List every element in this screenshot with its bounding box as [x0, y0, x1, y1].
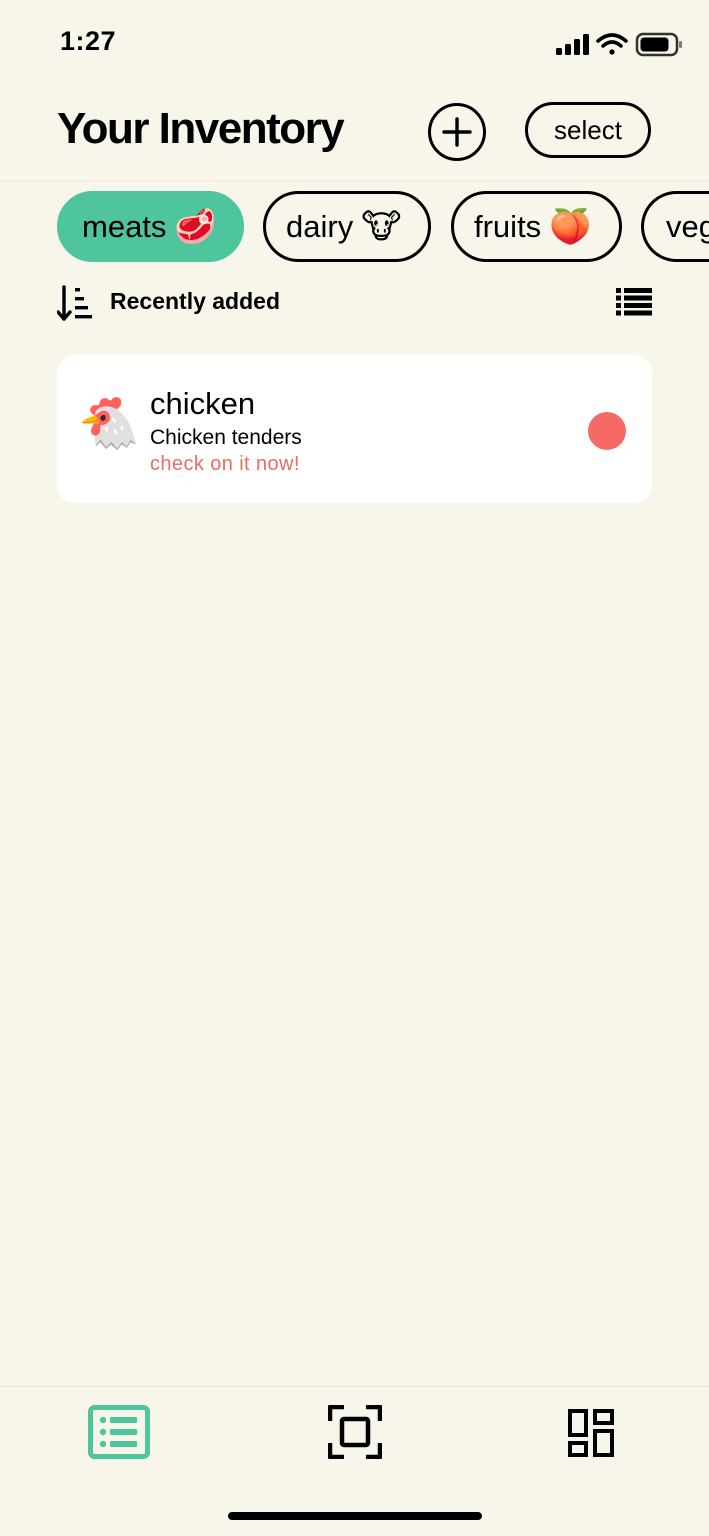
chip-label: veg — [666, 208, 709, 244]
meat-icon: 🥩 — [174, 207, 217, 246]
header-divider — [0, 181, 709, 182]
dashboard-grid-icon[interactable] — [568, 1409, 614, 1457]
page-title: Your Inventory — [57, 104, 345, 153]
peach-icon: 🍑 — [549, 207, 592, 246]
chip-veg[interactable]: veg — [641, 191, 709, 262]
select-button[interactable]: select — [525, 102, 651, 158]
chicken-icon: 🐔 — [78, 395, 141, 451]
chip-fruits[interactable]: fruits 🍑 — [451, 191, 622, 262]
battery-icon — [635, 32, 682, 57]
chip-meats[interactable]: meats 🥩 — [57, 191, 244, 262]
chip-label: fruits — [474, 208, 542, 244]
item-description: Chicken tenders — [150, 426, 302, 449]
add-item-button[interactable] — [428, 103, 486, 161]
status-time: 1:27 — [60, 26, 117, 56]
tabbar-divider — [0, 1386, 709, 1387]
select-label: select — [554, 114, 622, 145]
sort-label[interactable]: Recently added — [110, 288, 280, 315]
inventory-item-card[interactable] — [57, 355, 652, 503]
signal-icon — [556, 34, 589, 55]
scan-icon[interactable] — [328, 1405, 382, 1459]
sort-descending-icon[interactable] — [57, 285, 93, 323]
item-name: chicken — [150, 386, 256, 421]
status-indicator-dot — [588, 412, 626, 450]
home-indicator — [228, 1512, 482, 1520]
wifi-icon — [596, 33, 628, 55]
inventory-list-icon[interactable] — [88, 1405, 150, 1459]
chip-dairy[interactable]: dairy 🐮 — [263, 191, 431, 262]
chip-label: dairy — [286, 208, 354, 244]
status-icons — [556, 32, 682, 57]
plus-icon — [442, 117, 472, 147]
item-status-text: check on it now! — [150, 453, 300, 475]
chip-label: meats — [82, 208, 167, 244]
list-view-icon[interactable] — [616, 288, 652, 316]
cow-icon: 🐮 — [361, 207, 402, 246]
